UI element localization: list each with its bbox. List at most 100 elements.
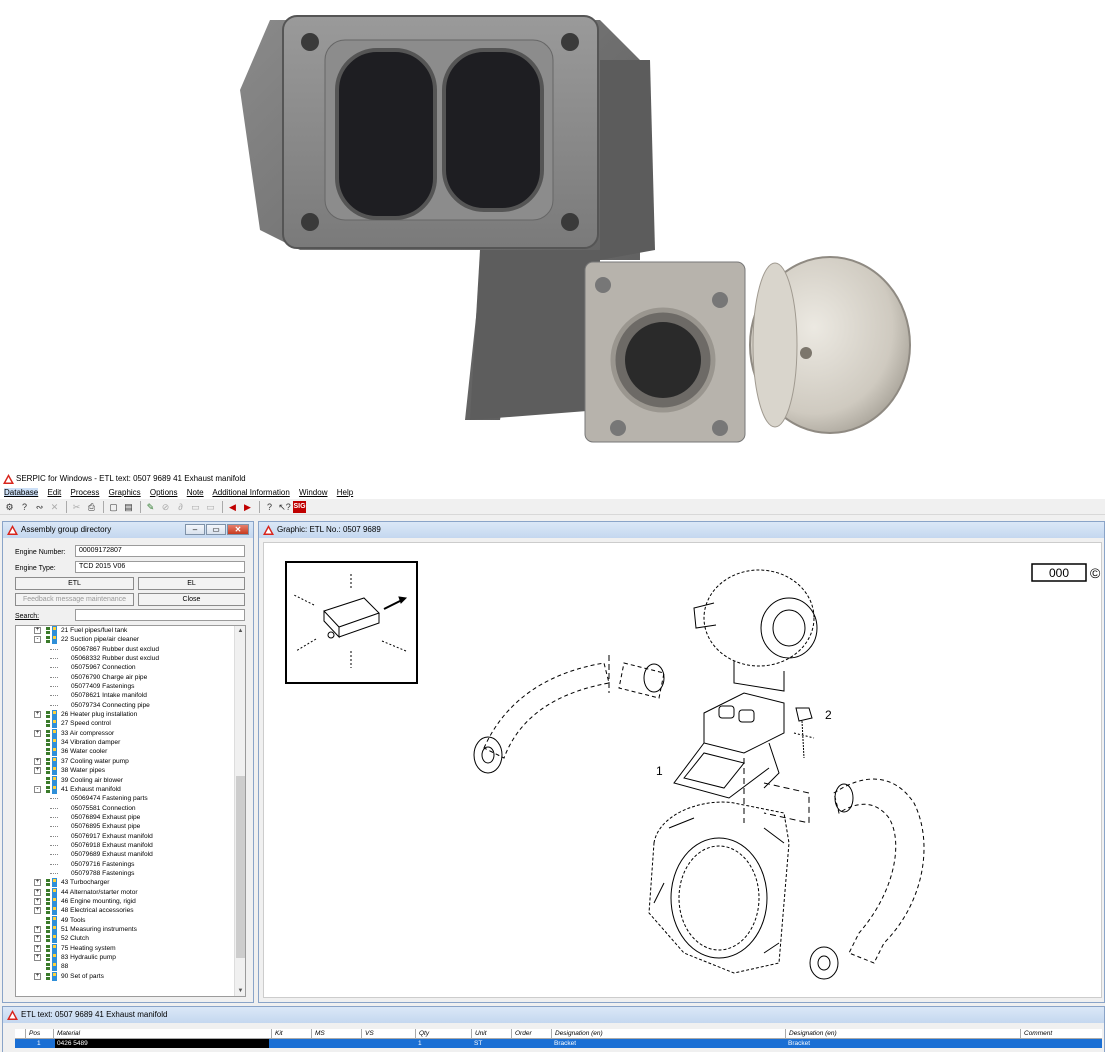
tree-item-part[interactable]: 05076894 Exhaust pipe: [16, 813, 245, 822]
tree-item-group[interactable]: +52 Clutch: [16, 934, 245, 944]
tree-item-group[interactable]: +83 Hydraulic pump: [16, 953, 245, 963]
tree-item-group[interactable]: 88: [16, 962, 245, 972]
tree-item-part[interactable]: 05075967 Connection: [16, 663, 245, 672]
collapse-icon[interactable]: -: [34, 636, 41, 644]
tree-item-part[interactable]: 05069474 Fastening parts: [16, 794, 245, 803]
tree-item-group[interactable]: 34 Vibration damper: [16, 738, 245, 748]
tree-item-part[interactable]: 05068332 Rubber dust exclud: [16, 654, 245, 663]
engine-type-field[interactable]: TCD 2015 V06: [75, 561, 245, 573]
engine-icon[interactable]: ⚙: [3, 501, 16, 513]
maximize-button[interactable]: ▭: [206, 524, 226, 535]
expand-icon[interactable]: +: [34, 888, 41, 896]
tree-item-part[interactable]: 05079788 Fastenings: [16, 869, 245, 878]
engine-number-field[interactable]: 00009172807: [75, 545, 245, 557]
tree-item-group[interactable]: 36 Water cooler: [16, 747, 245, 757]
col-unit[interactable]: Unit: [471, 1029, 487, 1039]
tree-item-group[interactable]: +37 Cooling water pump: [16, 756, 245, 766]
col-qty[interactable]: Qty: [415, 1029, 429, 1039]
assembly-tree[interactable]: +21 Fuel pipes/fuel tank -22 Suction pipe…: [15, 625, 246, 997]
tree-item-group[interactable]: +46 Engine mounting, rigid: [16, 896, 245, 906]
tree-item-part[interactable]: 05079734 Connecting pipe: [16, 701, 245, 710]
tree-item-group[interactable]: - 22 Suction pipe/air cleaner: [16, 635, 245, 645]
doc2-icon[interactable]: ▭: [204, 501, 217, 513]
expand-icon[interactable]: +: [34, 729, 41, 737]
tree-item-group[interactable]: +51 Measuring instruments: [16, 925, 245, 934]
menu-process[interactable]: Process: [71, 488, 100, 497]
tree-item-group[interactable]: +38 Water pipes: [16, 766, 245, 776]
minimize-button[interactable]: –: [185, 524, 205, 535]
tree-item-group[interactable]: +75 Heating system: [16, 943, 245, 953]
tree-item-group[interactable]: +43 Turbocharger: [16, 878, 245, 888]
menu-help[interactable]: Help: [337, 488, 353, 497]
tree-item-group[interactable]: +26 Heater plug installation: [16, 710, 245, 720]
tree-item-part[interactable]: 05067867 Rubber dust exclud: [16, 645, 245, 654]
menu-additional-information[interactable]: Additional Information: [212, 488, 289, 497]
expand-icon[interactable]: +: [34, 954, 41, 962]
cut-icon[interactable]: ✂: [70, 501, 83, 513]
tree-item-group[interactable]: 27 Speed control: [16, 719, 245, 729]
col-material[interactable]: Material: [53, 1029, 80, 1039]
question-icon[interactable]: ?: [263, 501, 276, 513]
expand-icon[interactable]: +: [34, 897, 41, 905]
help-icon[interactable]: ?: [18, 501, 31, 513]
tool-icon[interactable]: ∾: [33, 501, 46, 513]
close-icon[interactable]: ✕: [48, 501, 61, 513]
sig-icon[interactable]: SIG: [293, 500, 306, 513]
expand-icon[interactable]: +: [34, 972, 41, 980]
tree-item-part[interactable]: 05078621 Intake manifold: [16, 691, 245, 700]
print-icon[interactable]: ⎙: [85, 501, 98, 513]
expand-icon[interactable]: +: [34, 627, 41, 634]
expand-icon[interactable]: +: [34, 767, 41, 775]
new-icon[interactable]: ▢: [107, 501, 120, 513]
scroll-thumb[interactable]: [236, 776, 245, 958]
tree-item-part[interactable]: 05076895 Exhaust pipe: [16, 822, 245, 831]
col-vs[interactable]: VS: [361, 1029, 374, 1039]
col-ms[interactable]: MS: [311, 1029, 325, 1039]
col-designation-1[interactable]: Designation (en): [551, 1029, 603, 1039]
doc-icon[interactable]: ▭: [189, 501, 202, 513]
menu-window[interactable]: Window: [299, 488, 327, 497]
col-kit[interactable]: Kit: [271, 1029, 283, 1039]
forward-arrow-icon[interactable]: ▶: [241, 501, 254, 513]
col-designation-2[interactable]: Designation (en): [785, 1029, 837, 1039]
tree-item-group[interactable]: +33 Air compressor: [16, 728, 245, 738]
menu-database[interactable]: Database: [4, 488, 39, 497]
close-window-button[interactable]: ✕: [227, 524, 249, 535]
search-input[interactable]: [75, 609, 245, 621]
close-button[interactable]: Close: [138, 593, 245, 606]
draw-icon[interactable]: ✎: [144, 501, 157, 513]
expand-icon[interactable]: +: [34, 757, 41, 765]
tree-item-group[interactable]: +44 Alternator/starter motor: [16, 887, 245, 897]
expand-icon[interactable]: +: [34, 879, 41, 887]
etl-button[interactable]: ETL: [15, 577, 134, 590]
tree-item-part[interactable]: 05075581 Connection: [16, 804, 245, 813]
table-row[interactable]: 1 0426 5489 1 ST Bracket Bracket: [15, 1039, 1102, 1048]
tree-item-group[interactable]: +48 Electrical accessories: [16, 906, 245, 916]
tree-item-part[interactable]: 05077409 Fastenings: [16, 682, 245, 691]
link-icon[interactable]: ⊘: [159, 501, 172, 513]
tree-item-part[interactable]: 05076790 Charge air pipe: [16, 673, 245, 682]
tree-item-group[interactable]: 39 Cooling air blower: [16, 775, 245, 785]
expand-icon[interactable]: +: [34, 944, 41, 952]
tree-item-group[interactable]: 49 Tools: [16, 915, 245, 925]
tree-item-part[interactable]: 05076917 Exhaust manifold: [16, 832, 245, 841]
col-pos[interactable]: Pos: [25, 1029, 40, 1039]
expand-icon[interactable]: +: [34, 907, 41, 915]
tree-item-part[interactable]: 05076918 Exhaust manifold: [16, 841, 245, 850]
col-order[interactable]: Order: [511, 1029, 532, 1039]
menu-graphics[interactable]: Graphics: [109, 488, 141, 497]
menu-note[interactable]: Note: [187, 488, 204, 497]
scroll-down-icon[interactable]: ▼: [235, 986, 245, 996]
col-comment[interactable]: Comment: [1020, 1029, 1052, 1039]
collapse-icon[interactable]: -: [34, 785, 41, 793]
menu-options[interactable]: Options: [150, 488, 178, 497]
tree-scrollbar[interactable]: ▲ ▼: [234, 626, 245, 996]
exploded-view-drawing[interactable]: 000 © 1 2: [263, 542, 1102, 998]
menu-edit[interactable]: Edit: [47, 488, 61, 497]
tree-item-part[interactable]: 05079716 Fastenings: [16, 860, 245, 869]
link2-icon[interactable]: ∂: [174, 501, 187, 513]
tree-item-group[interactable]: - 41 Exhaust manifold: [16, 784, 245, 794]
tree-item-group[interactable]: +21 Fuel pipes/fuel tank: [16, 626, 245, 635]
expand-icon[interactable]: +: [34, 935, 41, 943]
el-button[interactable]: EL: [138, 577, 245, 590]
